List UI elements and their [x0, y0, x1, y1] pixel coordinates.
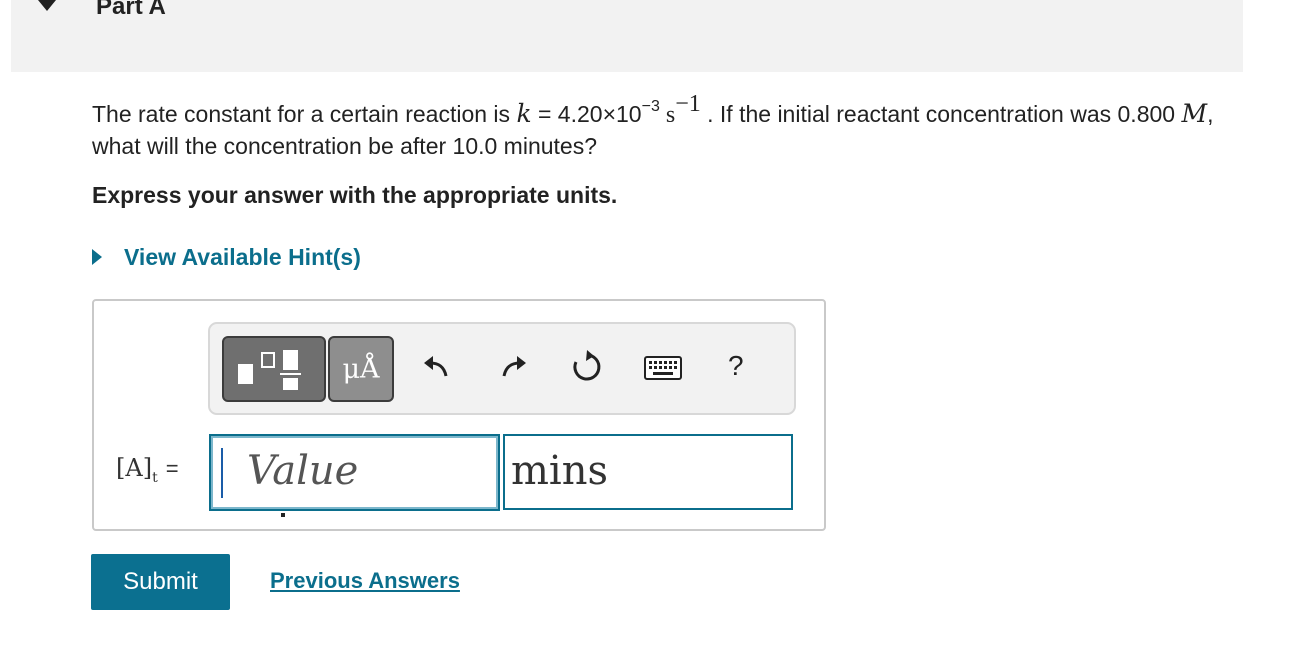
equals-sign: = [165, 456, 179, 481]
question-text: The rate constant for a certain reaction… [92, 92, 1252, 162]
redo-icon[interactable] [500, 354, 528, 380]
answer-lhs: [A]t = [116, 454, 179, 486]
collapse-icon[interactable] [38, 0, 56, 11]
answer-box: μÅ ? [A]t = Value mins [92, 299, 826, 531]
view-hints-toggle[interactable]: View Available Hint(s) [92, 243, 361, 271]
exponent-2: −1 [675, 91, 701, 118]
submit-button[interactable]: Submit [91, 554, 230, 610]
previous-answers-link[interactable]: Previous Answers [270, 568, 460, 594]
m-symbol: M [1181, 99, 1208, 128]
input-marker [281, 513, 285, 517]
units-icon: μÅ [342, 353, 380, 385]
templates-icon [238, 350, 301, 390]
exponent-1: −3 [641, 98, 660, 116]
expand-arrow-icon [92, 249, 102, 265]
k-symbol: k [516, 99, 532, 128]
value-input[interactable]: Value [209, 434, 500, 511]
part-title: Part A [96, 0, 166, 20]
view-hints-label: View Available Hint(s) [124, 243, 361, 270]
unit-value: mins [511, 448, 609, 494]
math-toolbar: μÅ ? [208, 322, 796, 415]
value-placeholder: Value [247, 448, 359, 494]
units-button[interactable]: μÅ [328, 336, 394, 402]
part-header [11, 0, 1243, 72]
lhs-label: [A] [116, 454, 153, 482]
reset-icon[interactable] [570, 350, 604, 384]
help-icon[interactable]: ? [728, 350, 744, 382]
undo-icon[interactable] [422, 354, 450, 380]
templates-button[interactable] [222, 336, 326, 402]
unit-s: s [659, 102, 676, 128]
lhs-subscript: t [152, 469, 158, 486]
text-caret [221, 448, 223, 498]
instructions: Express your answer with the appropriate… [92, 182, 618, 208]
question-text-1: The rate constant for a certain reaction… [92, 101, 517, 127]
keyboard-icon[interactable] [644, 356, 682, 380]
question-text-3: . If the initial reactant concentration … [700, 101, 1182, 127]
unit-input[interactable]: mins [503, 434, 793, 510]
question-text-2: = 4.20×10 [531, 101, 642, 127]
